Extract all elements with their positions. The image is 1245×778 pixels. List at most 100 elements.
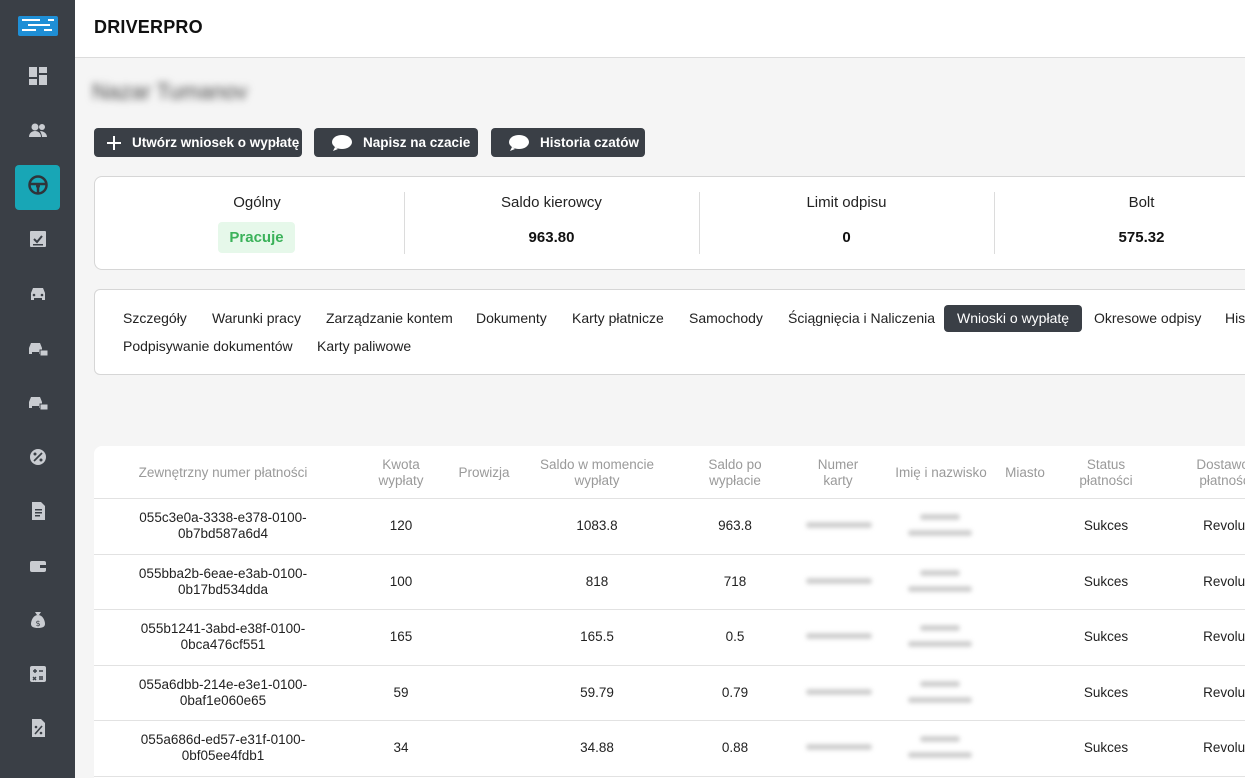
tab-deductions-charges[interactable]: Ściągnięcia i Naliczenia <box>788 305 935 332</box>
header-balance-after[interactable]: Saldo po wypłacie <box>694 457 776 489</box>
row-divider <box>94 665 1245 666</box>
nav-payouts[interactable]: $ <box>15 600 60 645</box>
row-divider <box>94 554 1245 555</box>
cell-external-id: 055a6dbb-214e-e3e1-0100-0baf1e060e65 <box>138 677 308 708</box>
cell-balance-after: 0.79 <box>721 685 749 700</box>
calculator-icon <box>27 663 49 690</box>
driver-name: Nazar Tumanov <box>92 79 248 104</box>
nav-car-finance-2[interactable] <box>15 382 60 427</box>
cell-amount: 120 <box>389 518 413 533</box>
row-divider <box>94 776 1245 777</box>
redacted-name <box>908 752 972 758</box>
tab-work-conditions[interactable]: Warunki pracy <box>212 305 301 332</box>
header-amount[interactable]: Kwota wypłaty <box>364 457 438 489</box>
tab-fuel-cards[interactable]: Karty paliwowe <box>317 333 411 360</box>
cell-external-id: 055b1241-3abd-e38f-0100-0bca476cf551 <box>140 621 306 652</box>
sidebar: $ <box>0 0 75 778</box>
nav-commissions[interactable] <box>15 437 60 482</box>
header-payment-status[interactable]: Status płatności <box>1064 457 1148 489</box>
stat-bolt-value: 575.32 <box>1118 229 1165 246</box>
cell-balance-at: 34.88 <box>580 740 614 755</box>
nav-invoices[interactable] <box>15 491 60 536</box>
car-icon <box>27 283 49 310</box>
stat-general-label: Ogólny <box>233 194 281 211</box>
create-payout-button[interactable]: Utwórz wniosek o wypłatę <box>94 128 302 157</box>
chat-history-button[interactable]: Historia czatów <box>491 128 645 157</box>
cell-status: Sukces <box>1083 740 1129 755</box>
cell-provider: Revolut <box>1203 629 1245 644</box>
row-divider <box>94 609 1245 610</box>
cell-status: Sukces <box>1083 574 1129 589</box>
app-logo-icon[interactable] <box>18 12 58 40</box>
redacted-name <box>908 641 972 647</box>
header-commission[interactable]: Prowizja <box>446 465 522 481</box>
cell-external-id: 055bba2b-6eae-e3ab-0100-0b17bd534dda <box>138 566 308 597</box>
cell-amount: 165 <box>389 629 413 644</box>
status-badge: Pracuje <box>218 222 295 253</box>
header-card-number[interactable]: Numer karty <box>802 457 874 489</box>
tab-payout-requests[interactable]: Wnioski o wypłatę <box>944 305 1083 332</box>
redacted-name <box>920 681 960 687</box>
nav-dashboard[interactable] <box>15 56 60 101</box>
car-money-icon <box>27 391 49 418</box>
tab-document-signing[interactable]: Podpisywanie dokumentów <box>123 333 293 360</box>
tab-documents[interactable]: Dokumenty <box>476 305 547 332</box>
cell-balance-at: 1083.8 <box>576 518 618 533</box>
stats-card: Ogólny Pracuje Saldo kierowcy 963.80 Lim… <box>94 176 1245 270</box>
redacted-name <box>920 570 960 576</box>
nav-drivers[interactable] <box>15 165 60 210</box>
write-chat-label: Napisz na czacie <box>363 135 471 150</box>
nav-tasks[interactable] <box>15 219 60 264</box>
cell-external-id: 055a686d-ed57-e31f-0100-0bf05ee4fdb1 <box>140 732 306 763</box>
tab-payment-cards[interactable]: Karty płatnicze <box>572 305 664 332</box>
tab-account-management[interactable]: Zarządzanie kontem <box>326 305 453 332</box>
task-check-icon <box>27 228 49 255</box>
payouts-table: Zewnętrzny numer płatności Kwota wypłaty… <box>94 446 1245 778</box>
tab-history[interactable]: His <box>1225 305 1245 332</box>
cell-balance-at: 818 <box>585 574 609 589</box>
cell-balance-after: 0.5 <box>725 629 745 644</box>
create-payout-label: Utwórz wniosek o wypłatę <box>132 135 300 150</box>
header-balance-at[interactable]: Saldo w momencie wypłaty <box>530 457 664 489</box>
tab-cars[interactable]: Samochody <box>689 305 763 332</box>
header-full-name[interactable]: Imię i nazwisko <box>888 465 994 481</box>
cell-status: Sukces <box>1083 518 1129 533</box>
top-bar: DRIVERPRO <box>75 0 1245 58</box>
redacted-name <box>920 736 960 742</box>
redacted-name <box>920 514 960 520</box>
redacted-card-number <box>806 633 872 639</box>
nav-users[interactable] <box>15 110 60 155</box>
header-city[interactable]: Miasto <box>998 465 1052 481</box>
header-divider <box>94 498 1245 499</box>
tab-details[interactable]: Szczegóły <box>123 305 187 332</box>
chat-history-label: Historia czatów <box>540 135 640 150</box>
nav-cars[interactable] <box>15 274 60 319</box>
car-money-icon <box>27 337 49 364</box>
write-chat-button[interactable]: Napisz na czacie <box>314 128 478 157</box>
svg-text:$: $ <box>35 619 40 628</box>
cell-amount: 100 <box>389 574 413 589</box>
nav-car-finance[interactable] <box>15 328 60 373</box>
plus-icon <box>106 135 122 151</box>
tab-periodic-deductions[interactable]: Okresowe odpisy <box>1094 305 1201 332</box>
redacted-card-number <box>806 744 872 750</box>
nav-wallet[interactable] <box>15 546 60 591</box>
redacted-card-number <box>806 578 872 584</box>
cell-amount: 34 <box>393 740 409 755</box>
cell-balance-after: 963.8 <box>718 518 752 533</box>
stat-general: Ogólny Pracuje <box>95 177 419 269</box>
cell-balance-at: 59.79 <box>580 685 614 700</box>
cell-provider: Revolut <box>1203 518 1245 533</box>
steering-wheel-icon <box>27 174 49 201</box>
header-external-id[interactable]: Zewnętrzny numer płatności <box>122 465 324 481</box>
invoice-icon <box>27 500 49 527</box>
header-payment-provider[interactable]: Dostawca płatności <box>1176 457 1245 489</box>
percent-document-icon <box>27 717 49 744</box>
nav-discounts[interactable] <box>15 708 60 753</box>
stat-balance: Saldo kierowcy 963.80 <box>404 177 699 269</box>
stat-bolt-label: Bolt <box>1128 194 1155 211</box>
stat-balance-value: 963.80 <box>528 229 575 246</box>
redacted-name <box>908 530 972 536</box>
nav-calculator[interactable] <box>15 654 60 699</box>
cell-balance-after: 718 <box>723 574 747 589</box>
